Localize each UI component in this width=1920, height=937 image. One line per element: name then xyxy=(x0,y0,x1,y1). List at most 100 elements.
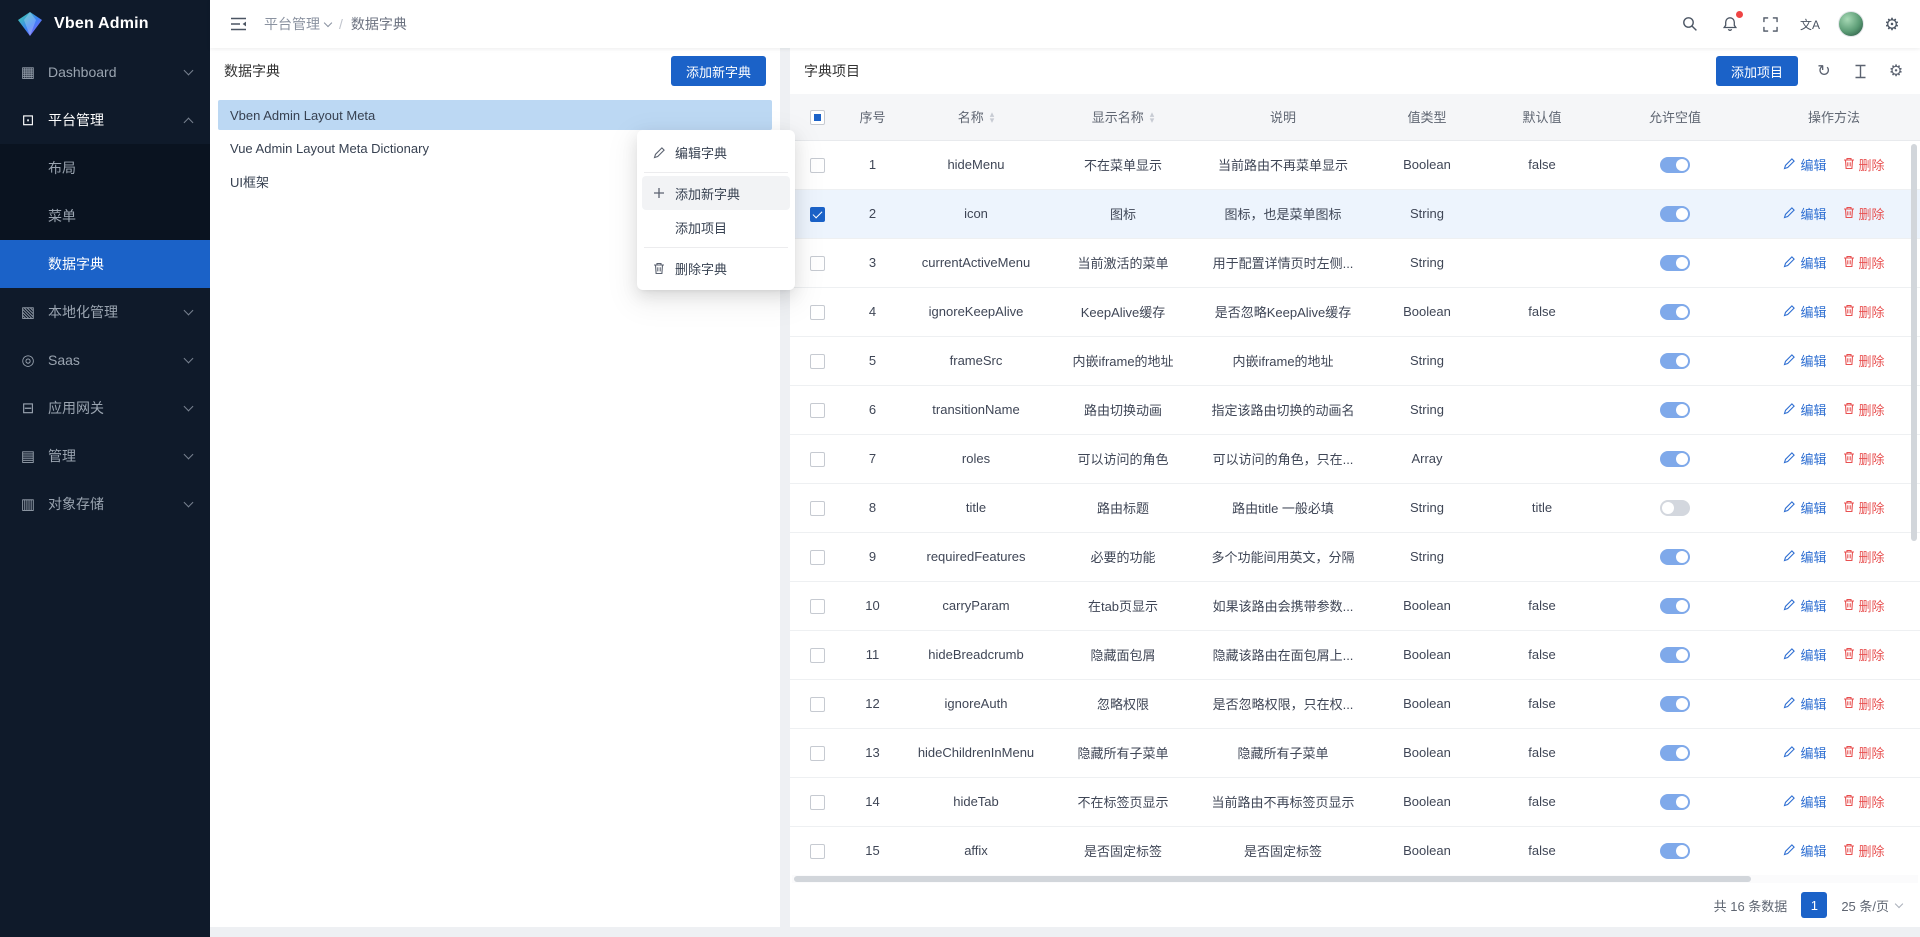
horizontal-scrollbar-thumb[interactable] xyxy=(794,876,1751,882)
vertical-scrollbar[interactable] xyxy=(1911,144,1918,865)
nullable-toggle[interactable] xyxy=(1660,843,1690,859)
edit-row-button[interactable]: 编辑 xyxy=(1783,253,1826,272)
edit-row-button[interactable]: 编辑 xyxy=(1783,498,1826,517)
context-menu-item[interactable]: 编辑字典 xyxy=(642,135,790,169)
column-header[interactable]: 显示名称▴▾ xyxy=(1052,94,1194,140)
sidebar-subitem[interactable]: 数据字典 xyxy=(0,240,210,288)
row-checkbox[interactable] xyxy=(810,403,825,418)
row-checkbox[interactable] xyxy=(810,452,825,467)
sidebar-item[interactable]: ▤管理 xyxy=(0,432,210,480)
search-icon[interactable] xyxy=(1678,12,1702,36)
delete-row-button[interactable]: 删除 xyxy=(1843,694,1885,713)
sidebar-item[interactable]: ▥对象存储 xyxy=(0,480,210,528)
nullable-toggle[interactable] xyxy=(1660,451,1690,467)
row-checkbox[interactable] xyxy=(810,501,825,516)
edit-row-button[interactable]: 编辑 xyxy=(1783,841,1826,860)
row-checkbox[interactable] xyxy=(810,795,825,810)
sort-icon[interactable]: ▴▾ xyxy=(1150,111,1155,123)
edit-row-button[interactable]: 编辑 xyxy=(1783,302,1826,321)
delete-row-button[interactable]: 删除 xyxy=(1843,204,1885,223)
nullable-toggle[interactable] xyxy=(1660,745,1690,761)
delete-row-button[interactable]: 删除 xyxy=(1843,155,1885,174)
page-button-1[interactable]: 1 xyxy=(1801,892,1827,918)
sidebar-item[interactable]: ▦Dashboard xyxy=(0,48,210,96)
fullscreen-icon[interactable] xyxy=(1758,12,1782,36)
delete-row-button[interactable]: 删除 xyxy=(1843,792,1885,811)
edit-row-button[interactable]: 编辑 xyxy=(1783,694,1826,713)
nullable-toggle[interactable] xyxy=(1660,696,1690,712)
sidebar-item[interactable]: ⊟应用网关 xyxy=(0,384,210,432)
edit-row-button[interactable]: 编辑 xyxy=(1783,596,1826,615)
sidebar-item[interactable]: ◎Saas xyxy=(0,336,210,384)
sidebar-subitem[interactable]: 菜单 xyxy=(0,192,210,240)
edit-row-button[interactable]: 编辑 xyxy=(1783,449,1826,468)
nullable-toggle[interactable] xyxy=(1660,353,1690,369)
vertical-scrollbar-thumb[interactable] xyxy=(1911,144,1917,541)
delete-row-button[interactable]: 删除 xyxy=(1843,351,1885,370)
row-checkbox[interactable] xyxy=(810,599,825,614)
delete-row-button[interactable]: 删除 xyxy=(1843,498,1885,517)
delete-row-button[interactable]: 删除 xyxy=(1843,841,1885,860)
delete-row-button[interactable]: 删除 xyxy=(1843,547,1885,566)
context-menu-item[interactable]: 删除字典 xyxy=(642,251,790,285)
edit-row-button[interactable]: 编辑 xyxy=(1783,204,1826,223)
row-checkbox[interactable] xyxy=(810,158,825,173)
delete-row-button[interactable]: 删除 xyxy=(1843,400,1885,419)
nullable-toggle[interactable] xyxy=(1660,598,1690,614)
context-menu-item[interactable]: 添加项目 xyxy=(642,210,790,244)
dictionary-list-item[interactable]: Vben Admin Layout Meta xyxy=(218,100,772,130)
column-header[interactable]: 名称▴▾ xyxy=(900,94,1052,140)
page-size-select[interactable]: 25 条/页 xyxy=(1841,896,1902,915)
row-checkbox[interactable] xyxy=(810,550,825,565)
edit-row-button[interactable]: 编辑 xyxy=(1783,547,1826,566)
nullable-toggle[interactable] xyxy=(1660,647,1690,663)
sidebar-item[interactable]: ▧本地化管理 xyxy=(0,288,210,336)
row-checkbox[interactable] xyxy=(810,354,825,369)
settings-gear-icon[interactable]: ⚙ xyxy=(1880,12,1904,36)
sidebar-subitem[interactable]: 布局 xyxy=(0,144,210,192)
column-settings-icon[interactable]: ⚙ xyxy=(1886,61,1906,81)
edit-row-button[interactable]: 编辑 xyxy=(1783,155,1826,174)
nullable-toggle[interactable] xyxy=(1660,255,1690,271)
nullable-toggle[interactable] xyxy=(1660,157,1690,173)
nullable-toggle[interactable] xyxy=(1660,402,1690,418)
app-logo[interactable]: Vben Admin xyxy=(0,0,210,48)
edit-row-button[interactable]: 编辑 xyxy=(1783,743,1826,762)
row-checkbox[interactable] xyxy=(810,844,825,859)
delete-row-button[interactable]: 删除 xyxy=(1843,743,1885,762)
translate-icon[interactable]: 文A xyxy=(1798,12,1822,36)
row-checkbox[interactable] xyxy=(810,648,825,663)
row-checkbox[interactable] xyxy=(810,746,825,761)
horizontal-scrollbar[interactable] xyxy=(792,875,1918,883)
row-checkbox[interactable] xyxy=(810,305,825,320)
edit-row-button[interactable]: 编辑 xyxy=(1783,792,1826,811)
row-checkbox[interactable] xyxy=(810,256,825,271)
sort-icon[interactable]: ▴▾ xyxy=(990,111,995,123)
add-dictionary-button[interactable]: 添加新字典 xyxy=(671,56,766,86)
context-menu-item[interactable]: 添加新字典 xyxy=(642,176,790,210)
breadcrumb-item-platform[interactable]: 平台管理 xyxy=(264,14,331,34)
edit-row-button[interactable]: 编辑 xyxy=(1783,351,1826,370)
delete-row-button[interactable]: 删除 xyxy=(1843,302,1885,321)
nullable-toggle[interactable] xyxy=(1660,549,1690,565)
notification-bell-icon[interactable] xyxy=(1718,12,1742,36)
edit-row-button[interactable]: 编辑 xyxy=(1783,645,1826,664)
nullable-toggle[interactable] xyxy=(1660,206,1690,222)
nullable-toggle[interactable] xyxy=(1660,304,1690,320)
sidebar-collapse-icon[interactable] xyxy=(226,12,250,36)
row-height-icon[interactable] xyxy=(1850,61,1870,81)
sidebar-item[interactable]: ⊡平台管理 xyxy=(0,96,210,144)
edit-row-button[interactable]: 编辑 xyxy=(1783,400,1826,419)
delete-row-button[interactable]: 删除 xyxy=(1843,645,1885,664)
nullable-toggle[interactable] xyxy=(1660,500,1690,516)
row-checkbox[interactable] xyxy=(810,207,825,222)
avatar[interactable] xyxy=(1838,11,1864,37)
delete-row-button[interactable]: 删除 xyxy=(1843,449,1885,468)
add-item-button[interactable]: 添加项目 xyxy=(1716,56,1798,86)
row-checkbox[interactable] xyxy=(810,697,825,712)
nullable-toggle[interactable] xyxy=(1660,794,1690,810)
select-all-checkbox[interactable] xyxy=(810,110,825,125)
delete-row-button[interactable]: 删除 xyxy=(1843,253,1885,272)
refresh-icon[interactable]: ↻ xyxy=(1814,61,1834,81)
delete-row-button[interactable]: 删除 xyxy=(1843,596,1885,615)
